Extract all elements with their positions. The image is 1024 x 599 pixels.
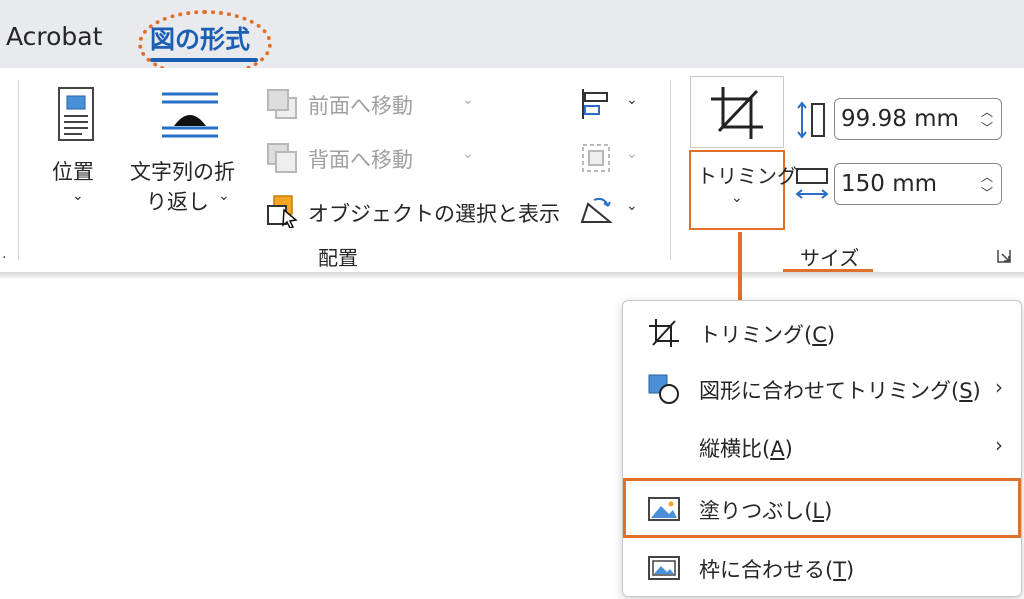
send-backward-label: 背面へ移動 [308,148,413,172]
tab-picture-format[interactable]: 図の形式 [150,20,250,56]
bring-forward-button[interactable]: 前面へ移動 ⌄ [266,86,486,122]
group-separator [18,80,19,260]
spin-down-icon[interactable]: ﹀ [981,184,993,201]
chevron-right-icon: › [995,433,1003,457]
chevron-down-icon: ⌄ [626,92,638,108]
group-dot: · [2,250,7,266]
height-value: 99.98 mm [841,106,959,132]
crop-menu: トリミング(C) 図形に合わせてトリミング(S) › 縦横比(A) › 塗りつぶ… [622,300,1022,597]
width-value: 150 mm [841,171,938,197]
size-group-label: サイズ [800,246,860,270]
position-icon [58,87,94,141]
selection-pane-button[interactable]: オブジェクトの選択と表示 [266,192,560,230]
chevron-down-icon: ⌄ [218,188,230,204]
crop-icon [711,87,763,139]
rotate-button[interactable]: ⌄ [580,192,644,226]
bring-forward-icon [267,89,297,119]
group-button[interactable]: ⌄ [580,140,644,174]
position-label: 位置 [52,160,94,184]
chevron-down-icon: ⌄ [72,188,84,204]
size-group-underline [783,269,873,272]
fit-icon [648,556,680,580]
menu-item-label: 図形に合わせてトリミング(S) [699,379,981,403]
menu-item-fit[interactable]: 枠に合わせる(T) [623,540,1021,596]
menu-item-crop[interactable]: トリミング(C) [623,305,1021,361]
menu-item-label: 縦横比(A) [699,437,793,461]
menu-item-crop-to-shape[interactable]: 図形に合わせてトリミング(S) › [623,361,1021,417]
wrap-text-label-1: 文字列の折 [130,160,235,184]
height-icon [797,101,825,139]
crop-dropdown-button[interactable]: トリミング ⌄ [689,150,797,230]
chevron-down-icon: ⌄ [626,198,638,214]
active-tab-indicator [150,58,258,62]
wrap-text-button[interactable]: 文字列の折 り返し ⌄ [126,84,256,214]
wrap-text-icon [162,92,218,138]
crop-icon [649,319,679,347]
arrange-group-label: 配置 [318,246,358,270]
chevron-down-icon: ⌄ [626,146,638,162]
rotate-icon [580,197,613,223]
menu-item-label: トリミング(C) [699,323,836,347]
chevron-right-icon: › [995,375,1003,399]
chevron-down-icon: ⌄ [731,190,743,206]
send-backward-button[interactable]: 背面へ移動 ⌄ [266,140,486,176]
dialog-launcher-icon[interactable] [996,248,1012,264]
tab-bar: Acrobat 図の形式 [0,0,1024,78]
menu-item-aspect-ratio[interactable]: 縦横比(A) › [623,419,1021,475]
crop-to-shape-icon [648,374,679,404]
wrap-text-label-2: り返し [146,190,209,214]
position-button[interactable]: 位置 ⌄ [44,84,114,214]
bring-forward-label: 前面へ移動 [308,94,413,118]
height-input[interactable]: 99.98 mm ︿ ﹀ [834,98,1002,140]
send-backward-icon [267,143,297,173]
fill-highlight-box [623,478,1021,538]
align-icon [582,89,608,119]
crop-icon-button[interactable] [690,76,784,148]
chevron-down-icon: ⌄ [462,92,474,108]
tab-acrobat[interactable]: Acrobat [6,22,102,51]
width-input[interactable]: 150 mm ︿ ﹀ [834,163,1002,205]
align-button[interactable]: ⌄ [580,86,644,120]
chevron-down-icon: ⌄ [462,146,474,162]
crop-label: トリミング [697,164,797,188]
spin-up-icon[interactable]: ︿ [981,168,993,185]
menu-item-label: 枠に合わせる(T) [699,558,855,582]
width-icon [795,168,829,199]
spin-up-icon[interactable]: ︿ [981,103,993,120]
group-separator [670,80,671,260]
selection-pane-label: オブジェクトの選択と表示 [308,202,560,226]
selection-pane-icon [267,195,298,228]
group-icon [582,144,610,172]
spin-down-icon[interactable]: ﹀ [981,119,993,136]
ribbon-shadow [0,272,1024,278]
